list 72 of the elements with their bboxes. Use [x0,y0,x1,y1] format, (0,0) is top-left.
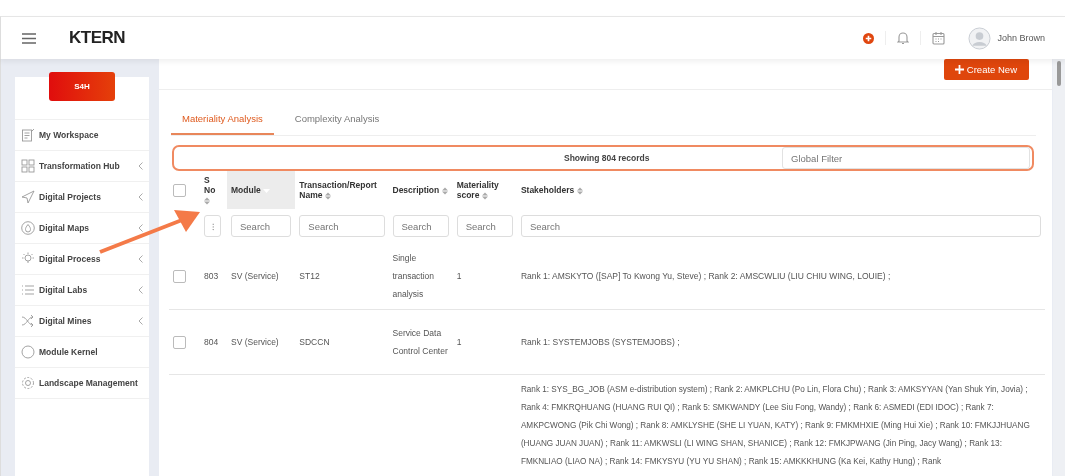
table-cell: Service Data Control Center [392,328,448,356]
bulb-icon [21,252,35,266]
chevron-icon [138,317,143,325]
logo: KTERN [69,28,126,48]
row-checkbox[interactable] [173,336,186,350]
chevron-icon [138,224,143,232]
create-new-button[interactable]: Create New [943,59,1029,80]
column-search-field[interactable]: Search [456,215,513,237]
table-cell: SV (Service) [231,271,279,281]
calendar-icon[interactable] [932,31,946,45]
table-cell: 803 [204,271,219,281]
sidebar-item[interactable]: Digital Labs [15,274,149,305]
row-checkbox[interactable] [173,270,186,284]
sort-icon [576,186,583,195]
sort-icon [441,186,448,195]
tab[interactable]: Materiality Analysis [171,103,274,135]
sidebar-item[interactable]: My Workspace [15,119,149,150]
menu-icon[interactable] [22,32,36,44]
scrollbar[interactable] [1053,59,1065,476]
table-cell: Rank 1: SYSTEMJOBS (SYSTEMJOBS) ; [520,337,680,347]
sidebar-item[interactable]: Digital Process [15,243,149,274]
column-header[interactable]: Description [388,171,453,209]
table-cell: SDCCN [299,337,330,347]
sidebar-item[interactable]: Digital Mines [15,305,149,336]
chevron-icon [138,286,143,294]
sort-icon [481,191,488,200]
column-header[interactable]: Transaction/Report Name [295,171,389,209]
user-name[interactable]: John Brown [997,33,1045,43]
records-count: Showing 804 records [564,153,651,163]
tab[interactable]: Complexity Analysis [283,103,391,135]
select-all-checkbox[interactable] [173,183,186,197]
column-header[interactable]: Module [227,171,296,209]
sidebar-item[interactable]: Digital Maps [15,212,149,243]
column-header[interactable]: Stakeholders [516,171,1045,209]
column-search-field[interactable]: Search [231,215,292,237]
add-icon[interactable] [863,32,875,44]
chevron-icon [138,193,143,201]
table-cell: 804 [204,337,219,347]
table-cell: SV (Service) [231,337,279,347]
sidebar-item[interactable]: Module Kernel [15,336,149,367]
column-search-field[interactable]: Search [299,215,385,237]
list-icon [21,283,35,297]
drop-icon [21,221,35,235]
global-filter-field[interactable]: Global Filter [782,147,1030,169]
avatar-icon[interactable] [968,26,992,50]
table-cell: 1 [456,271,462,281]
shuffle-icon [21,314,35,328]
column-header[interactable]: S No [200,171,227,209]
table-cell: 1 [456,337,462,347]
table-cell: Rank 1: AMSKYTO ([SAP] To Kwong Yu, Steve) ; Rank 2: AMSCWLIU (LIU CHIU WING, LOUIE) ; [520,271,891,281]
sidebar-item[interactable]: Digital Projects [15,181,149,212]
column-search-field[interactable]: Search [520,215,1041,237]
gear-icon [21,376,35,390]
notepad-icon [21,128,35,142]
sidebar-item[interactable]: Landscape Management [15,367,149,399]
column-menu-button[interactable]: ⁝ [204,215,222,237]
sort-icon [204,196,211,205]
column-search-field[interactable]: Search [392,215,449,237]
grid-icon [21,159,35,173]
chevron-icon [138,255,143,263]
circle-icon [21,345,35,359]
sort-icon [324,191,331,200]
bell-icon[interactable] [897,31,910,45]
sidebar-item[interactable]: Transformation Hub [15,150,149,181]
plus-icon [954,65,964,74]
table-cell: ST12 [299,271,320,281]
table-cell: Single transaction analysis [392,253,435,299]
system-badge[interactable]: S4H [49,72,115,101]
paper-plane-icon [21,190,35,204]
chevron-icon [138,162,143,170]
column-header[interactable]: Materiality score [452,171,517,209]
table-cell: Rank 1: SYS_BG_JOB (ASM e-distribution system) ; Rank 2: AMKPLCHU (Po Lin, Flora Chu) ; Rank 3: AMKSYYAN (Yan Shuk Yin, Jovia) ; Rank 4: FMKRQHUANG (HUANG RUI QI) ; Rank 5: SMKWANDY (Lee Siu Fong, Wandy) ; Rank 6: ASMEDI (EDI IDOC) ; Rank 7: AMKPCWONG (Pik Chi Wong) ; Rank 8: AMKLYSHE (SHE LI YUAN, KATY) ; Rank 9: FMKMHXIE (Ming Hui Xie) ; Rank 10: FMKJJHUANG (HUANG JUAN JUAN) ; Rank 11: AMKWSLI (LI WING SHAN, SHANICE) ; Rank 12: FMKJPWANG (Jin Ping, Jacy Wang) ; Rank 13: FMKNLIAO (LIAO NA) ; Rank 14: FMKYSYU (YU YU SHAN) ; Rank 15: AMKKKHUNG (Ka Kei, Kathy Hung) ; Rank [520,385,1030,466]
